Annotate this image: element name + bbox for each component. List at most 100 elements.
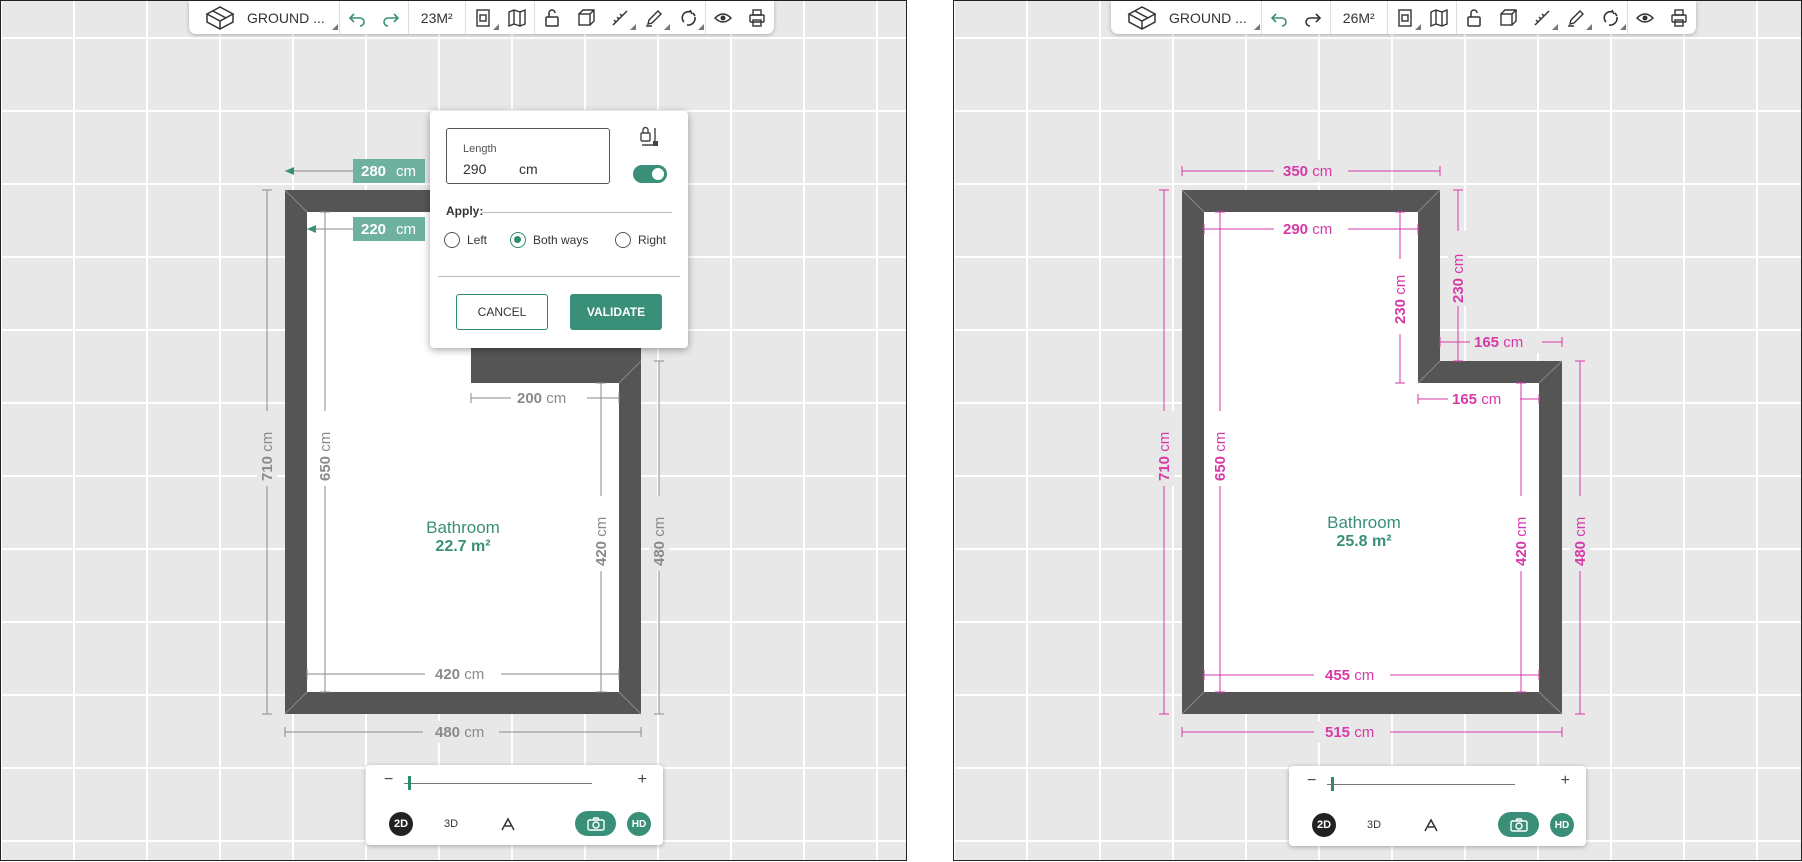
room-name[interactable]: Bathroom [426,518,500,537]
radio-left[interactable]: Left [444,232,487,248]
length-field[interactable]: Length 290 cm [446,128,610,184]
redo-button[interactable] [1296,1,1330,34]
print-button[interactable] [740,1,774,34]
level-selector[interactable]: GROUND ... [189,1,339,34]
zoom-slider-track[interactable] [1327,784,1515,785]
print-button[interactable] [1662,1,1696,34]
room-tool-button[interactable] [1388,1,1422,34]
view-3d-button[interactable]: 3D [1367,819,1381,831]
room-icon [475,8,490,27]
floor-plan-icon [1127,5,1157,30]
view-2d-button[interactable]: 2D [389,812,413,836]
dim-bottom-outer: 515 cm [1325,724,1374,741]
lock-button[interactable] [1457,1,1491,34]
zoom-out-button[interactable]: − [384,771,393,789]
camera-icon [586,816,605,831]
zoom-slider-thumb[interactable] [1331,777,1334,791]
map-icon [507,8,526,27]
magnet-icon [681,9,696,26]
radio-left-label: Left [467,233,488,247]
radio-right-circle[interactable] [615,232,631,248]
radio-left-circle[interactable] [444,232,460,248]
view-button[interactable] [1628,1,1662,34]
zoom-out-button[interactable]: − [1307,772,1316,790]
snapshot-button[interactable] [1498,812,1539,837]
radio-right[interactable]: Right [615,232,666,248]
hd-render-button[interactable]: HD [1550,813,1574,837]
floor-plan-canvas[interactable]: 350 cm 290 cm 710 cm 650 cm 230 cm 230 c… [954,1,1802,861]
zoom-slider-track[interactable] [404,783,592,784]
zoom-in-button[interactable]: + [638,771,647,789]
area-value: 23M² [420,9,453,26]
validate-button[interactable]: VALIDATE [570,294,662,330]
lock-toggle[interactable] [633,165,667,183]
eye-icon [713,12,732,23]
snap-button[interactable] [1593,1,1627,34]
zoom-in-button[interactable]: + [1561,772,1570,790]
level-name: GROUND ... [247,9,325,26]
dim-left-inner: 650 cm [317,432,334,481]
dim-top-inner: 290 cm [1283,221,1332,238]
map-icon [1429,8,1448,27]
3d-box-button[interactable] [1491,1,1525,34]
length-unit: cm [519,161,538,177]
lock-dimension-icon [640,126,658,146]
redo-icon [1304,12,1321,27]
snap-button[interactable] [671,1,705,34]
redo-button[interactable] [374,1,408,34]
room-tool-button[interactable] [466,1,500,34]
cube-icon [577,8,595,26]
dim-top-outer: 350 cm [1283,163,1332,180]
dim-bottom-outer: 480 cm [435,724,484,741]
camera-icon [1509,817,1528,832]
map-tool-button[interactable] [500,1,534,34]
zoom-slider-thumb[interactable] [408,776,411,790]
apply-label: Apply: [446,204,484,218]
view-button[interactable] [706,1,740,34]
dim-step-inner: 165 cm [1452,391,1501,408]
ruler-icon [612,9,628,26]
lock-button[interactable] [535,1,569,34]
view-3d-button[interactable]: 3D [444,818,458,830]
snapshot-button[interactable] [575,811,616,836]
draw-button[interactable] [637,1,671,34]
right-editor-panel: 350 cm 290 cm 710 cm 650 cm 230 cm 230 c… [953,0,1802,861]
radio-both-ways-circle[interactable] [510,232,526,248]
measure-button[interactable] [603,1,637,34]
radio-both-ways[interactable]: Both ways [510,232,588,248]
dim-bottom-inner: 455 cm [1325,667,1374,684]
dim-right-inner: 420 cm [593,517,610,566]
dim-right-outer: 480 cm [1572,517,1589,566]
room-area: 22.7 m² [435,538,490,555]
map-tool-button[interactable] [1422,1,1456,34]
unlock-icon [1466,8,1481,27]
perspective-icon[interactable] [500,817,516,831]
dim-bottom-inner: 420 cm [435,666,484,683]
magnet-icon [1603,9,1618,26]
unlock-icon [544,8,559,27]
undo-icon [348,12,365,27]
level-name: GROUND ... [1169,9,1247,26]
level-selector[interactable]: GROUND ... [1111,1,1261,34]
dim-top-inner-value: 220 [361,221,386,238]
hd-render-button[interactable]: HD [627,812,651,836]
dim-notch-inner: 230 cm [1392,275,1409,324]
cancel-button[interactable]: CANCEL [456,294,548,330]
dim-step: 200 cm [517,390,566,407]
undo-icon [1270,12,1287,27]
area-value: 26M² [1342,9,1375,26]
3d-box-button[interactable] [569,1,603,34]
draw-button[interactable] [1559,1,1593,34]
length-input[interactable]: 290 [463,161,486,177]
room-name[interactable]: Bathroom [1327,513,1401,532]
undo-button[interactable] [1262,1,1296,34]
print-icon [748,8,765,27]
measure-button[interactable] [1525,1,1559,34]
top-toolbar: GROUND ... 26M² [1111,1,1696,34]
apply-divider [482,212,672,213]
view-2d-button[interactable]: 2D [1312,813,1336,837]
top-toolbar: GROUND ... 23M² [189,1,774,34]
perspective-icon[interactable] [1423,818,1439,832]
dim-top-inner-unit: cm [396,221,416,238]
undo-button[interactable] [340,1,374,34]
